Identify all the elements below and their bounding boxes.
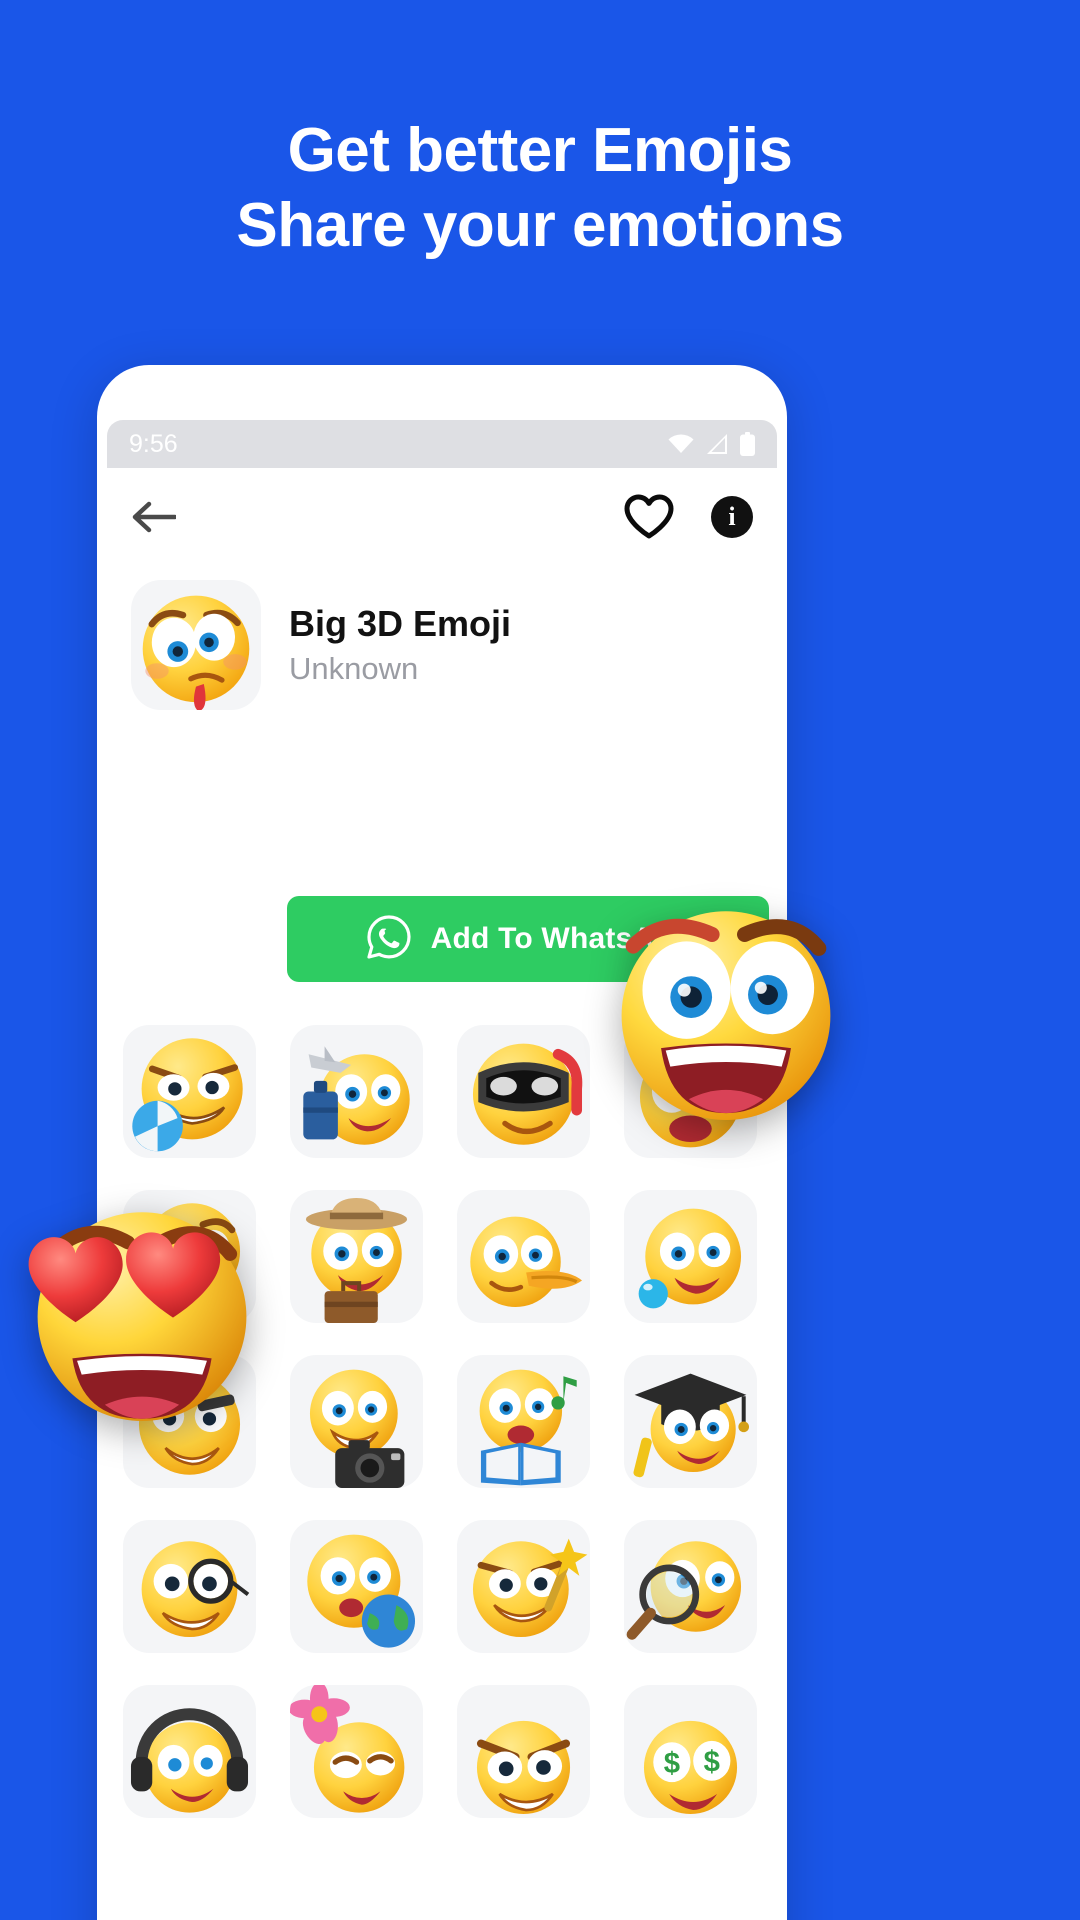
battery-icon — [740, 432, 755, 456]
app-meta: Big 3D Emoji Unknown — [289, 603, 511, 686]
info-circle-icon[interactable]: i — [711, 496, 753, 538]
headline-line-1: Get better Emojis — [287, 116, 793, 185]
app-header: Big 3D Emoji Unknown — [131, 580, 751, 710]
camera-photo-emoji[interactable] — [290, 1355, 423, 1488]
status-bar-icons — [668, 432, 755, 456]
airplane-luggage-emoji[interactable] — [290, 1025, 423, 1158]
add-to-whatsapp-label: Add To WhatsApp — [430, 922, 692, 955]
crazy-face-emoji-icon — [131, 580, 261, 710]
headphone-emoji[interactable] — [123, 1685, 256, 1818]
signal-icon — [705, 433, 729, 455]
svg-text:$: $ — [704, 1746, 720, 1778]
duck-bill-emoji[interactable] — [457, 1190, 590, 1323]
heart-eyes-emoji[interactable] — [123, 1355, 256, 1488]
phone-mockup: 9:56 i Big 3D Emoji Unknown Add To Whats… — [97, 365, 787, 1920]
singing-book-emoji[interactable] — [457, 1355, 590, 1488]
graduate-cap-emoji[interactable] — [624, 1355, 757, 1488]
magic-wand-emoji[interactable] — [457, 1520, 590, 1653]
promo-screenshot: Get better Emojis Share your emotions 9:… — [0, 0, 1080, 1920]
svg-text:$: $ — [664, 1748, 680, 1780]
watermelon-emoji[interactable] — [123, 1190, 256, 1323]
back-arrow-icon[interactable] — [131, 494, 177, 540]
magnifier-detective-emoji[interactable] — [624, 1520, 757, 1653]
explorer-hat-suitcase-emoji[interactable] — [290, 1190, 423, 1323]
wifi-icon — [668, 434, 694, 454]
app-bar: i — [97, 468, 787, 566]
app-title: Big 3D Emoji — [289, 603, 512, 645]
page-title: Get better Emojis Share your emotions — [0, 118, 1080, 258]
globe-world-emoji[interactable] — [290, 1520, 423, 1653]
angry-brows-emoji[interactable] — [457, 1685, 590, 1818]
monocle-glasses-emoji[interactable] — [123, 1520, 256, 1653]
status-bar: 9:56 — [107, 420, 777, 468]
sticker-grid: $ $ — [123, 1025, 787, 1818]
headline-line-2: Share your emotions — [236, 191, 844, 261]
whatsapp-icon — [365, 913, 413, 966]
money-eyes-emoji[interactable]: $ $ — [624, 1685, 757, 1818]
blue-drop-emoji[interactable] — [624, 1190, 757, 1323]
beach-ball-grin-emoji[interactable] — [123, 1025, 256, 1158]
surprised-brows-emoji[interactable] — [624, 1025, 757, 1158]
app-developer: Unknown — [289, 650, 419, 686]
info-glyph: i — [728, 502, 736, 531]
add-to-whatsapp-button[interactable]: Add To WhatsApp — [287, 896, 769, 982]
flower-emoji[interactable] — [290, 1685, 423, 1818]
snorkel-mask-emoji[interactable] — [457, 1025, 590, 1158]
heart-outline-icon[interactable] — [623, 491, 675, 543]
status-bar-time: 9:56 — [129, 429, 178, 458]
